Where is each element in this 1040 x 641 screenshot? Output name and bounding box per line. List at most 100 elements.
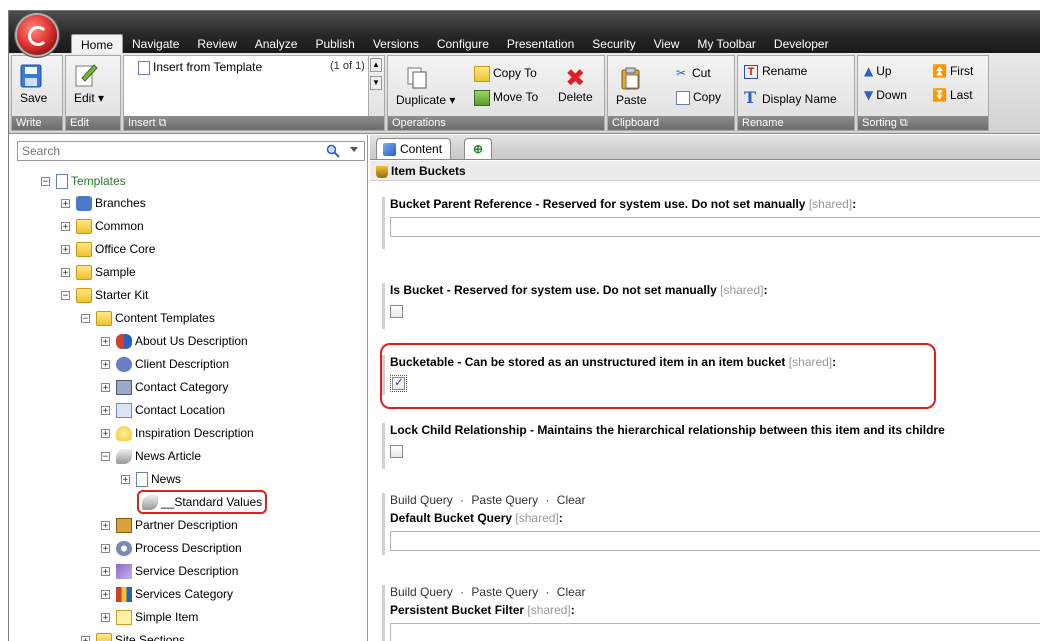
copy-to-button[interactable]: Copy To (474, 66, 537, 82)
tab-navigate[interactable]: Navigate (123, 34, 188, 54)
tree-item-inspiration[interactable]: + Inspiration Description (101, 423, 254, 443)
expand-icon[interactable]: + (101, 383, 110, 393)
tree-item-contact-location[interactable]: + Contact Location (101, 400, 225, 420)
scroll-up-icon[interactable]: ▲ (370, 58, 382, 72)
tree-item-news[interactable]: + News (121, 469, 181, 489)
section-header-item-buckets[interactable]: Item Buckets (370, 161, 1040, 181)
insert-from-template-button[interactable]: Insert from Template (138, 60, 262, 75)
ribbon-group-clipboard: Paste ✂ Cut Copy Clipboard (607, 55, 735, 131)
paste-query-link[interactable]: Paste Query (471, 585, 538, 599)
tree-item-service[interactable]: + Service Description (101, 561, 238, 581)
lock-child-relationship-checkbox[interactable] (390, 445, 403, 458)
tree-item-standard-values[interactable]: __Standard Values (137, 490, 268, 514)
insert-scrollbar[interactable]: ▲ ▼ (370, 58, 382, 114)
tree-item-starter-kit[interactable]: − Starter Kit (61, 285, 148, 305)
rename-button[interactable]: T Rename (744, 64, 807, 79)
delete-button[interactable]: ✖ Delete (558, 66, 593, 104)
paste-query-link[interactable]: Paste Query (471, 493, 538, 507)
expand-icon[interactable]: + (61, 199, 70, 209)
templates-icon (56, 174, 68, 190)
tab-configure[interactable]: Configure (428, 34, 498, 54)
expand-icon[interactable]: + (81, 636, 90, 641)
field-label: Persistent Bucket Filter [shared]: (390, 603, 575, 617)
expand-icon[interactable]: + (121, 475, 130, 485)
expand-icon[interactable]: + (61, 245, 70, 255)
clear-link[interactable]: Clear (557, 493, 586, 507)
expand-icon[interactable]: + (101, 544, 110, 554)
tab-publish[interactable]: Publish (306, 34, 363, 54)
tab-versions[interactable]: Versions (364, 34, 428, 54)
tree-item-common[interactable]: + Common (61, 216, 144, 236)
collapse-icon[interactable]: − (61, 291, 70, 301)
expand-icon[interactable]: + (101, 406, 110, 416)
tree-item-branches[interactable]: + Branches (61, 193, 146, 213)
tab-security[interactable]: Security (583, 34, 644, 54)
expand-icon[interactable]: + (61, 268, 70, 278)
tab-analyze[interactable]: Analyze (246, 34, 307, 54)
tab-home[interactable]: Home (71, 34, 124, 55)
expand-icon[interactable]: + (101, 613, 110, 623)
display-name-button[interactable]: T Display Name (744, 88, 837, 107)
gear-icon (116, 541, 132, 557)
tree-item-site-sections[interactable]: +Site Sections (81, 630, 185, 641)
search-icon[interactable] (326, 144, 340, 161)
group-label-rename: Rename (738, 116, 854, 130)
tree-item-services-category[interactable]: + Services Category (101, 584, 233, 604)
sort-last-button[interactable]: ⏬ Last (932, 88, 973, 102)
tree-item-about-us[interactable]: + About Us Description (101, 331, 248, 351)
app-logo-icon[interactable] (17, 15, 57, 55)
tab-developer[interactable]: Developer (765, 34, 838, 54)
expand-icon[interactable]: + (101, 337, 110, 347)
edit-button[interactable]: Edit ▾ (74, 62, 104, 105)
tab-review[interactable]: Review (188, 34, 245, 54)
expand-icon[interactable]: + (61, 222, 70, 232)
expand-icon[interactable]: + (101, 567, 110, 577)
duplicate-button[interactable]: Duplicate ▾ (396, 66, 455, 107)
tree-item-contact-category[interactable]: + Contact Category (101, 377, 228, 397)
tree-item-templates[interactable]: − Templates (41, 171, 126, 191)
tree-item-news-article[interactable]: − News Article (101, 446, 201, 466)
collapse-icon[interactable]: − (101, 452, 110, 462)
tab-my-toolbar[interactable]: My Toolbar (688, 34, 764, 54)
cut-button[interactable]: ✂ Cut (676, 66, 711, 80)
tree-item-office-core[interactable]: + Office Core (61, 239, 155, 259)
paste-button[interactable]: Paste (616, 66, 647, 107)
expand-icon[interactable]: + (101, 360, 110, 370)
bucket-parent-reference-input[interactable] (390, 217, 1040, 237)
collapse-icon[interactable]: − (81, 314, 90, 324)
tab-content[interactable]: Content (376, 138, 452, 159)
search-dropdown-icon[interactable] (350, 147, 358, 152)
tab-view[interactable]: View (645, 34, 689, 54)
link-separator: · (460, 585, 465, 599)
search-input[interactable] (18, 142, 316, 160)
clear-link[interactable]: Clear (557, 585, 586, 599)
sort-up-button[interactable]: ▲ Up (864, 64, 892, 78)
save-button[interactable]: Save (20, 64, 47, 105)
is-bucket-checkbox[interactable] (390, 305, 403, 318)
tree-item-sample[interactable]: + Sample (61, 262, 136, 282)
add-tab-button[interactable]: ⊕ (464, 138, 492, 159)
scroll-down-icon[interactable]: ▼ (370, 76, 382, 90)
default-bucket-query-input[interactable] (390, 531, 1040, 551)
persistent-bucket-filter-input[interactable] (390, 623, 1040, 641)
build-query-link[interactable]: Build Query (390, 493, 453, 507)
sort-down-button[interactable]: ▼ Down (864, 88, 907, 102)
tab-presentation[interactable]: Presentation (498, 34, 583, 54)
tree-item-simple-item[interactable]: + Simple Item (101, 607, 198, 627)
tree-item-partner[interactable]: + Partner Description (101, 515, 238, 535)
link-separator: · (545, 585, 550, 599)
lightbulb-icon (116, 426, 132, 442)
tree-item-process[interactable]: + Process Description (101, 538, 242, 558)
sort-first-button[interactable]: ⏫ First (932, 64, 973, 78)
expand-icon[interactable]: + (101, 590, 110, 600)
expand-icon[interactable]: + (101, 429, 110, 439)
expand-icon[interactable]: + (101, 521, 110, 531)
bucketable-checkbox[interactable] (392, 375, 405, 390)
field-label: Default Bucket Query [shared]: (390, 511, 563, 525)
copy-button[interactable]: Copy (676, 90, 721, 105)
move-to-button[interactable]: Move To (474, 90, 538, 106)
tree-item-content-templates[interactable]: − Content Templates (81, 308, 215, 328)
collapse-icon[interactable]: − (41, 177, 50, 187)
tree-item-client-description[interactable]: + Client Description (101, 354, 229, 374)
build-query-link[interactable]: Build Query (390, 585, 453, 599)
